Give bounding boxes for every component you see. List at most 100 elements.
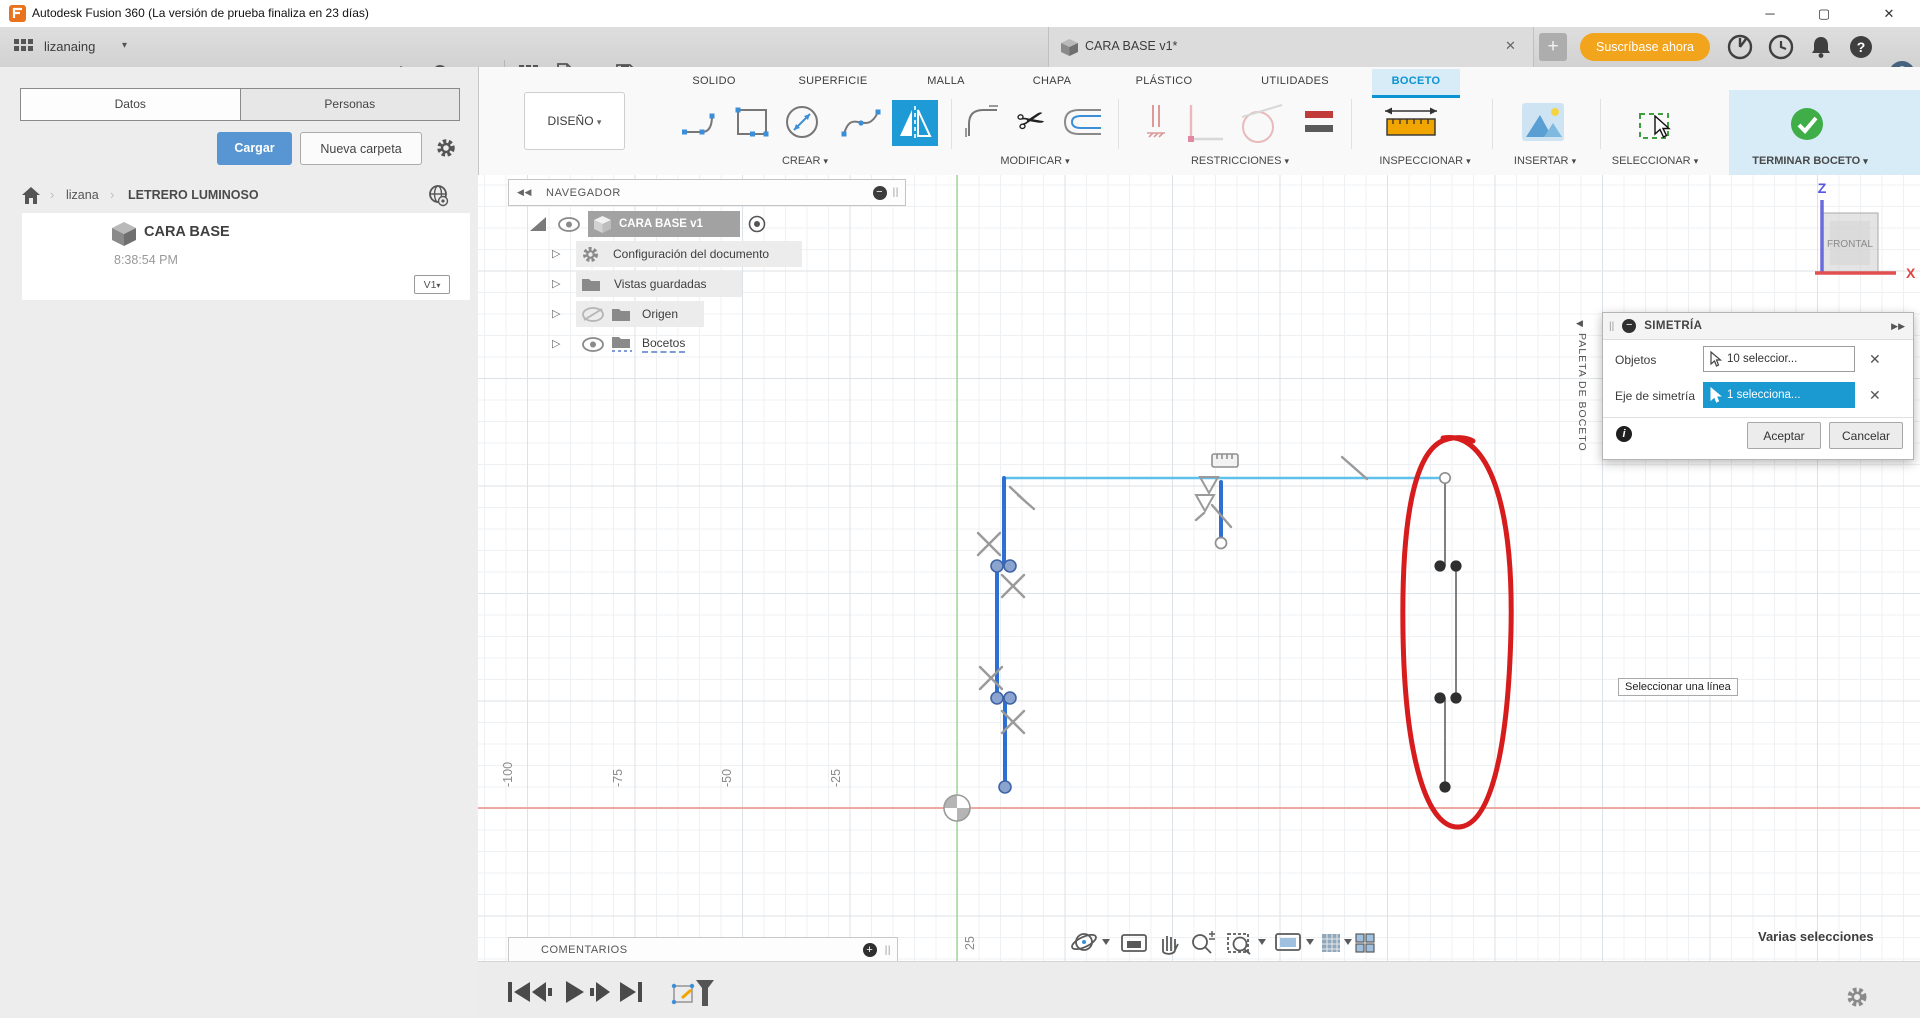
collapse-navigator-icon[interactable]: ◀◀ xyxy=(517,187,532,198)
group-seleccionar[interactable]: SELECCIONAR ▾ xyxy=(1612,155,1698,167)
dialog-drag-handle[interactable]: || xyxy=(1609,321,1614,332)
tree-item-saved-views[interactable]: Vistas guardadas xyxy=(576,271,742,297)
chevron-down-icon: ▾ xyxy=(1863,156,1868,166)
sketch-palette-tab[interactable]: ◀ PALETA DE BOCETO xyxy=(1576,318,1598,452)
navigator-remove-icon[interactable]: − xyxy=(872,185,887,200)
tree-expander-icon[interactable]: ▷ xyxy=(552,307,560,320)
visibility-eye-icon[interactable] xyxy=(558,217,580,232)
group-inspeccionar[interactable]: INSPECCIONAR ▾ xyxy=(1379,155,1470,167)
comments-pin-handle[interactable]: || xyxy=(885,945,891,956)
step-forward-icon xyxy=(590,982,610,1002)
group-modificar[interactable]: MODIFICAR ▾ xyxy=(1000,155,1069,167)
design-workspace-menu[interactable]: DISEÑO ▾ xyxy=(524,92,625,150)
view-navigation-toolbar[interactable] xyxy=(1068,926,1378,958)
trim-scissors-icon[interactable]: ✂ xyxy=(1013,98,1049,143)
info-icon[interactable]: i xyxy=(1616,426,1632,442)
new-tab-button[interactable]: + xyxy=(1539,33,1567,61)
home-icon[interactable] xyxy=(22,187,40,204)
panel-settings-gear-icon[interactable] xyxy=(436,138,456,158)
share-globe-icon[interactable] xyxy=(428,185,450,207)
comments-bar[interactable]: COMENTARIOS + || xyxy=(508,937,898,963)
rectangle-tool-icon[interactable] xyxy=(734,104,770,140)
document-tab[interactable]: CARA BASE v1* ✕ xyxy=(1048,27,1534,67)
fillet-tool-icon[interactable] xyxy=(965,104,1001,140)
viewcube[interactable]: FRONTAL Z X xyxy=(1798,178,1920,300)
username[interactable]: lizanaing xyxy=(44,39,95,54)
ribbon-divider xyxy=(1118,99,1119,149)
tab-solido[interactable]: SOLIDO xyxy=(692,75,735,87)
insert-image-icon[interactable] xyxy=(1522,103,1564,141)
constraint-perpendicular-icon[interactable] xyxy=(1183,103,1227,145)
document-tab-close-icon[interactable]: ✕ xyxy=(1505,38,1516,54)
tab-personas[interactable]: Personas xyxy=(240,89,459,120)
tab-chapa[interactable]: CHAPA xyxy=(1033,75,1072,87)
navigator-pin-handle[interactable]: || xyxy=(893,187,899,198)
minimize-button[interactable]: ─ xyxy=(1752,4,1788,23)
objects-selection-button[interactable]: 10 seleccior... xyxy=(1703,346,1855,372)
clear-objects-icon[interactable]: ✕ xyxy=(1869,351,1881,368)
breadcrumb-project[interactable]: LETRERO LUMINOSO xyxy=(128,188,259,202)
tree-expander-open-icon[interactable] xyxy=(528,214,548,234)
spline-tool-icon[interactable] xyxy=(840,104,882,140)
timeline-settings-gear-icon[interactable] xyxy=(1846,986,1868,1008)
activate-component-radio[interactable] xyxy=(748,215,766,233)
clear-axis-icon[interactable]: ✕ xyxy=(1869,387,1881,404)
notifications-bell-icon[interactable] xyxy=(1808,34,1834,60)
line-tool-icon[interactable] xyxy=(682,104,720,140)
cancel-button[interactable]: Cancelar xyxy=(1829,422,1903,449)
group-crear[interactable]: CREAR ▾ xyxy=(782,155,828,167)
tree-expander-icon[interactable]: ▷ xyxy=(552,277,560,290)
subscribe-button[interactable]: Suscríbase ahora xyxy=(1580,33,1710,61)
offset-tool-icon[interactable] xyxy=(1061,106,1103,140)
timeline-playback-controls[interactable] xyxy=(508,978,748,1006)
data-panel-toggle-icon[interactable] xyxy=(14,39,34,55)
job-status-clock-icon[interactable] xyxy=(1768,34,1794,60)
tree-root-item[interactable]: CARA BASE v1 xyxy=(588,211,740,237)
help-icon[interactable]: ? xyxy=(1848,34,1874,60)
finish-sketch-check-icon[interactable] xyxy=(1790,107,1824,141)
settings-gear-icon xyxy=(583,246,598,262)
grid-settings-icon xyxy=(1322,934,1340,952)
viewcube-x-label: X xyxy=(1906,265,1916,281)
tree-item-origin[interactable]: Origen xyxy=(576,301,704,327)
tree-item-sketches[interactable]: Bocetos xyxy=(576,331,710,357)
constraint-equal-icon[interactable] xyxy=(1305,109,1335,135)
symmetry-dialog[interactable]: || − SIMETRÍA ▶▶ Objetos 10 seleccior...… xyxy=(1602,312,1914,460)
navigator-header[interactable]: ◀◀ NAVEGADOR − || xyxy=(508,179,906,206)
visibility-eye-icon[interactable] xyxy=(582,336,604,352)
upload-button[interactable]: Cargar xyxy=(217,132,292,165)
group-insertar[interactable]: INSERTAR ▾ xyxy=(1514,155,1576,167)
user-menu-chevron-icon[interactable]: ▾ xyxy=(122,40,127,51)
group-restricciones[interactable]: RESTRICCIONES ▾ xyxy=(1191,155,1289,167)
visibility-off-eye-icon[interactable] xyxy=(582,306,604,322)
symmetry-dialog-header[interactable]: || − SIMETRÍA ▶▶ xyxy=(1603,313,1913,340)
group-terminar-boceto[interactable]: TERMINAR BOCETO ▾ xyxy=(1752,155,1868,167)
accept-button[interactable]: Aceptar xyxy=(1747,422,1821,449)
new-folder-button[interactable]: Nueva carpeta xyxy=(300,132,422,165)
axis-selection-button[interactable]: 1 selecciona... xyxy=(1703,382,1855,408)
tree-expander-icon[interactable]: ▷ xyxy=(552,247,560,260)
tab-plastico[interactable]: PLÁSTICO xyxy=(1136,75,1193,87)
dialog-expand-icon[interactable]: ▶▶ xyxy=(1891,321,1905,332)
tab-superficie[interactable]: SUPERFICIE xyxy=(798,75,867,87)
tab-boceto[interactable]: BOCETO xyxy=(1392,75,1441,87)
measure-tool-icon[interactable] xyxy=(1383,105,1439,139)
tab-datos[interactable]: Datos xyxy=(21,89,241,120)
extensions-icon[interactable] xyxy=(1727,34,1753,60)
dialog-collapse-icon[interactable]: − xyxy=(1622,319,1637,333)
tree-item-document-settings[interactable]: Configuración del documento xyxy=(576,241,802,267)
constraint-vertical-icon[interactable] xyxy=(1141,103,1171,143)
tree-expander-icon[interactable]: ▷ xyxy=(552,337,560,350)
breadcrumb-user[interactable]: lizana xyxy=(66,188,99,202)
version-badge[interactable]: V1▾ xyxy=(414,275,450,294)
circle-tool-icon[interactable] xyxy=(784,104,820,140)
add-comment-icon[interactable]: + xyxy=(862,943,877,957)
tab-malla[interactable]: MALLA xyxy=(927,75,965,87)
maximize-button[interactable]: ▢ xyxy=(1806,4,1842,23)
expand-palette-icon[interactable]: ◀ xyxy=(1576,318,1598,329)
file-card[interactable]: CARA BASE 8:38:54 PM V1▾ xyxy=(22,213,470,300)
close-button[interactable]: ✕ xyxy=(1871,4,1907,23)
constraint-tangent-icon[interactable] xyxy=(1238,101,1284,145)
tab-utilidades[interactable]: UTILIDADES xyxy=(1261,75,1329,87)
mirror-tool-icon-active[interactable] xyxy=(892,100,938,146)
